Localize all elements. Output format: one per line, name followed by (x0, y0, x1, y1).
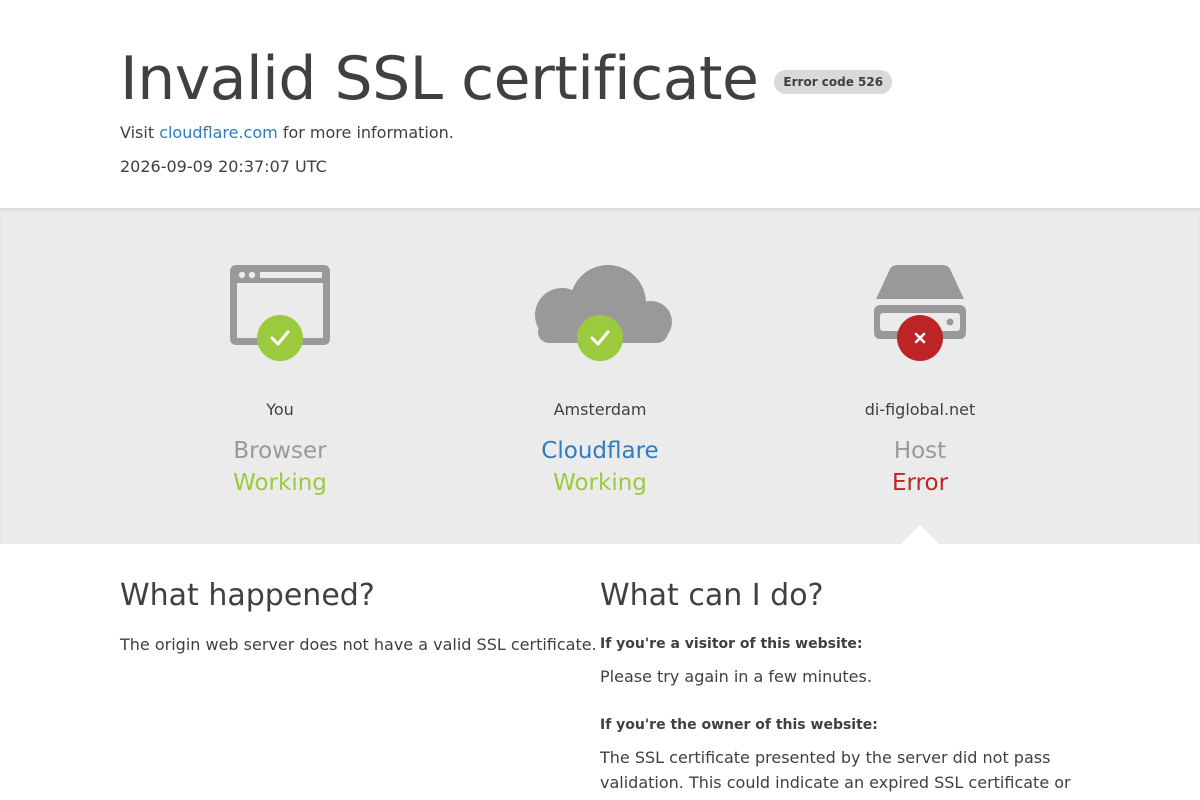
status-role: Host (893, 438, 947, 464)
header: Invalid SSL certificate Error code 526 V… (0, 0, 1200, 208)
status-location: Amsterdam (553, 400, 647, 419)
visit-prefix: Visit (120, 123, 155, 142)
cloudflare-link[interactable]: cloudflare.com (159, 123, 278, 142)
check-icon (257, 315, 303, 361)
what-happened-text: The origin web server does not have a va… (120, 635, 597, 654)
host-pointer-notch (900, 525, 940, 545)
owner-text: The SSL certificate presented by the ser… (600, 748, 1071, 800)
status-role: Browser (233, 438, 327, 464)
check-icon (577, 315, 623, 361)
error-code-badge: Error code 526 (774, 70, 893, 94)
status-host: di-figlobal.net Host Error (760, 209, 1080, 498)
what-can-i-do-heading: What can I do? (600, 578, 824, 613)
status-band: You Browser Working Amsterdam Cloudflare… (0, 208, 1200, 545)
status-location: di-figlobal.net (864, 400, 976, 419)
title-row: Invalid SSL certificate Error code 526 (120, 44, 1200, 114)
timestamp: 2026-09-09 20:37:07 UTC (120, 157, 327, 176)
browser-icon-wrap (120, 265, 440, 385)
status-browser: You Browser Working (120, 209, 440, 498)
what-happened-heading: What happened? (120, 578, 375, 613)
visitor-text: Please try again in a few minutes. (600, 667, 872, 686)
status-state: Error (891, 470, 949, 496)
owner-heading: If you're the owner of this website: (600, 717, 878, 733)
error-x-icon (897, 315, 943, 361)
page-title: Invalid SSL certificate (120, 44, 759, 114)
status-cloudflare: Amsterdam Cloudflare Working (440, 209, 760, 498)
cloud-icon-wrap (440, 265, 760, 385)
visit-suffix: for more information. (277, 123, 454, 142)
status-state: Working (553, 470, 647, 496)
visit-line: Visit cloudflare.com for more informatio… (120, 122, 1200, 144)
status-role-link[interactable]: Cloudflare (440, 437, 760, 465)
what-happened-section: What happened? The origin web server doe… (120, 578, 600, 800)
status-location: You (266, 400, 294, 419)
server-icon-wrap (760, 265, 1080, 385)
visitor-heading: If you're a visitor of this website: (600, 636, 863, 652)
content: What happened? The origin web server doe… (0, 544, 1200, 800)
status-state: Working (233, 470, 327, 496)
what-can-i-do-section: What can I do? If you're a visitor of th… (600, 578, 1080, 800)
